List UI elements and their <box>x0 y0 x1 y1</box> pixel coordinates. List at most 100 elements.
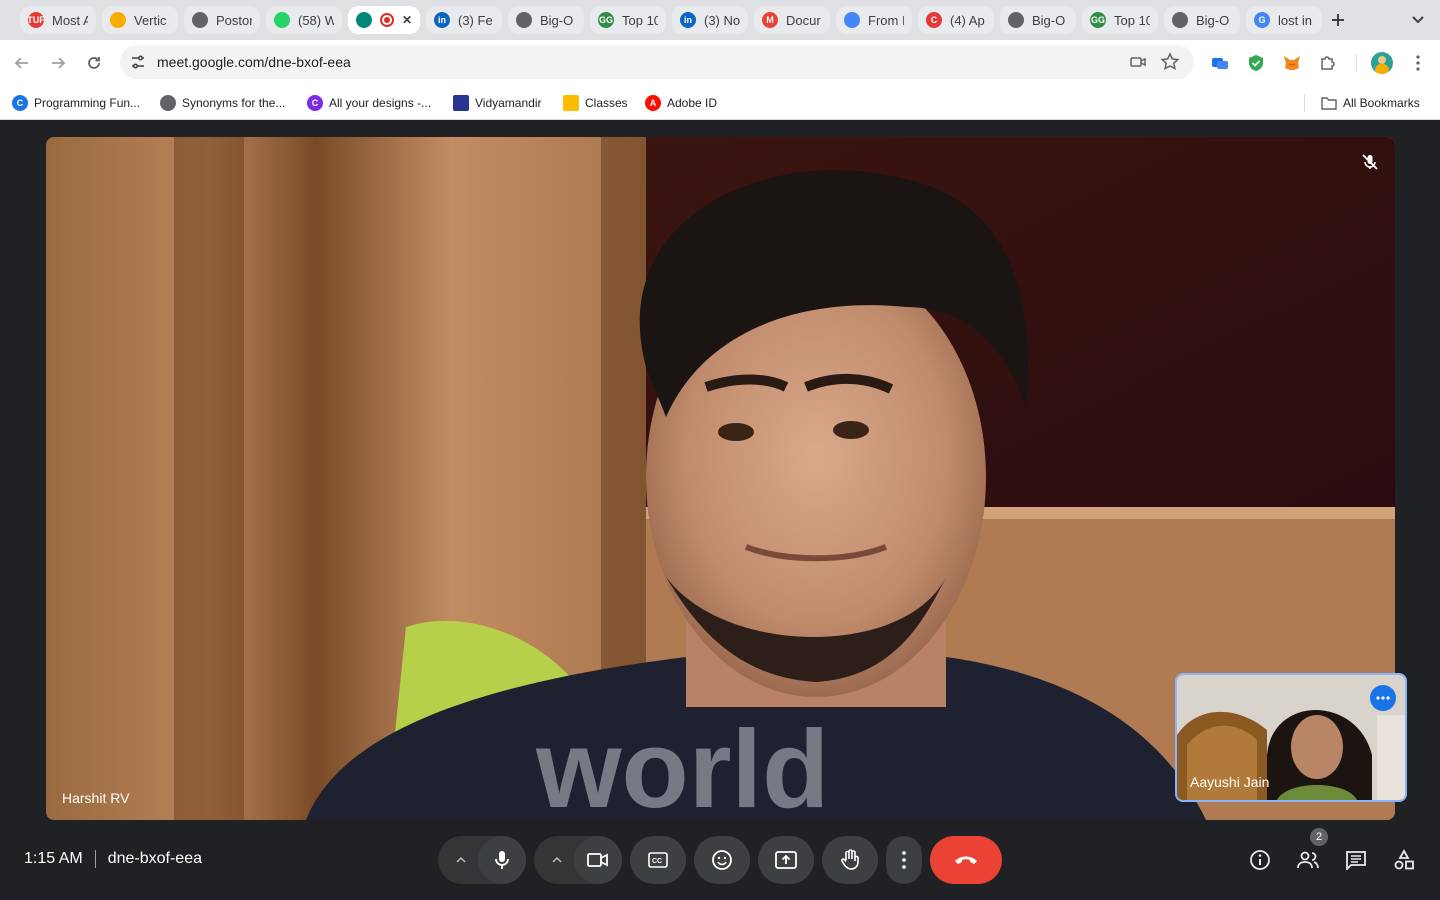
c-logo-icon: C <box>926 12 942 28</box>
tab-title: From I <box>868 12 904 28</box>
more-options-button[interactable] <box>886 836 922 884</box>
tab-title: Top 10 <box>1114 12 1150 28</box>
site-settings-icon[interactable] <box>130 54 146 70</box>
activities-button[interactable] <box>1390 846 1418 874</box>
chat-extension-icon <box>1212 58 1228 69</box>
extensions-menu-button[interactable] <box>1316 51 1340 75</box>
bookmark-item[interactable]: A Adobe ID <box>645 94 717 112</box>
metamask-fox-icon <box>1284 56 1300 70</box>
leave-call-button[interactable] <box>930 836 1002 884</box>
tab-title: (4) Ap <box>950 12 985 28</box>
camera-button[interactable] <box>574 836 622 884</box>
tab-title: Big-O <box>1196 12 1230 28</box>
info-icon <box>1250 850 1270 870</box>
audio-settings-button[interactable] <box>449 848 473 872</box>
tab-gfg[interactable]: GG Top 10 <box>590 6 666 34</box>
bookmark-item[interactable]: C Programming Fun... <box>12 94 140 112</box>
bookmark-item[interactable]: Classes <box>563 94 628 112</box>
browser-menu-button[interactable] <box>1406 51 1430 75</box>
toolbar-divider <box>1356 54 1357 72</box>
extension-metamask-button[interactable] <box>1280 51 1304 75</box>
bookmarks-divider <box>1304 94 1305 112</box>
bookmark-label: Vidyamandir <box>475 96 542 110</box>
svg-text:world: world <box>535 708 829 820</box>
whatsapp-icon <box>274 12 290 28</box>
present-screen-button[interactable] <box>758 836 814 884</box>
tab-globe[interactable]: Big-O <box>1164 6 1240 34</box>
globe-icon <box>160 95 176 111</box>
meeting-code: dne-bxof-eea <box>107 850 202 867</box>
linkedin-icon: in <box>434 12 450 28</box>
gfg-icon: GG <box>1090 12 1106 28</box>
tab-title: Most A <box>52 12 88 28</box>
tab-linkedin[interactable]: in (3) No <box>672 6 748 34</box>
self-view-more-options-button[interactable] <box>1370 685 1396 711</box>
bookmark-item[interactable]: C All your designs -... <box>307 94 431 112</box>
bookmark-star-icon[interactable] <box>1160 52 1180 72</box>
address-bar[interactable]: meet.google.com/dne-bxof-eea <box>120 45 1194 79</box>
shield-check-icon <box>1249 55 1263 71</box>
classroom-icon <box>563 95 579 111</box>
extension-shield-button[interactable] <box>1244 51 1268 75</box>
avatar <box>1371 52 1393 74</box>
tab-globe[interactable]: Big-O <box>508 6 584 34</box>
raise-hand-button[interactable] <box>822 836 878 884</box>
reactions-button[interactable] <box>694 836 750 884</box>
tab-openai[interactable]: Postor <box>184 6 260 34</box>
close-tab-icon[interactable]: ✕ <box>402 13 412 27</box>
microphone-button[interactable] <box>478 836 526 884</box>
meeting-details-button[interactable] <box>1246 846 1274 874</box>
chat-button[interactable] <box>1342 846 1370 874</box>
video-settings-button[interactable] <box>545 848 569 872</box>
tab-title: (58) W <box>298 12 334 28</box>
browser-toolbar: meet.google.com/dne-bxof-eea <box>0 40 1440 86</box>
camera-in-use-icon[interactable] <box>1130 54 1146 70</box>
tab-tuf[interactable]: TUF Most A <box>20 6 96 34</box>
bookmark-label: All your designs -... <box>329 96 432 110</box>
tab-globe[interactable]: Big-O <box>1000 6 1076 34</box>
tab-docs[interactable]: From I <box>836 6 912 34</box>
vertical-dots-icon <box>1416 55 1420 71</box>
tab-google[interactable]: Glost in <box>1246 6 1322 34</box>
tab-title: lost in <box>1278 12 1312 28</box>
tab-linkedin[interactable]: in (3) Fe <box>426 6 502 34</box>
all-bookmarks-button[interactable]: All Bookmarks <box>1321 94 1420 112</box>
tab-title: (3) Fe <box>458 12 493 28</box>
url-text: meet.google.com/dne-bxof-eea <box>157 54 351 70</box>
recording-icon <box>380 13 394 27</box>
back-button[interactable] <box>10 51 34 75</box>
linkedin-icon: in <box>680 12 696 28</box>
docs-icon <box>844 12 860 28</box>
plus-icon <box>1332 14 1344 26</box>
google-meet-icon <box>356 12 372 28</box>
mic-off-icon <box>1362 154 1378 170</box>
tab-whatsapp[interactable]: (58) W <box>266 6 342 34</box>
participant-count-badge: 2 <box>1310 828 1328 846</box>
profile-button[interactable] <box>1370 51 1394 75</box>
chevron-down-icon <box>1412 16 1424 24</box>
bookmark-item[interactable]: Vidyamandir <box>453 94 541 112</box>
tab-search-button[interactable] <box>1408 10 1428 30</box>
bookmark-item[interactable]: Synonyms for the... <box>160 94 285 112</box>
canva-icon: C <box>307 95 323 111</box>
people-button[interactable] <box>1294 846 1322 874</box>
extension-translate-button[interactable] <box>1208 51 1232 75</box>
tab-chevron-logo[interactable]: Vertic <box>102 6 178 34</box>
tab-gfg[interactable]: GG Top 10 <box>1082 6 1158 34</box>
arrow-right-icon <box>52 57 66 69</box>
hand-icon <box>841 849 859 870</box>
meeting-time: 1:15 AM <box>24 850 83 867</box>
new-tab-button[interactable] <box>1326 8 1350 32</box>
gfg-icon: GG <box>598 12 614 28</box>
reload-button[interactable] <box>82 51 106 75</box>
chevron-up-icon <box>456 857 466 863</box>
forward-button[interactable] <box>46 51 70 75</box>
openai-icon <box>192 12 208 28</box>
bookmarks-bar: C Programming Fun... Synonyms for the... C A… <box>0 86 1440 120</box>
tab-c-logo[interactable]: C (4) Ap <box>918 6 994 34</box>
tab-gmail[interactable]: M Docur <box>754 6 830 34</box>
closed-captions-icon: CC <box>648 852 668 868</box>
captions-button[interactable]: CC <box>630 836 686 884</box>
vertical-dots-icon <box>902 851 906 869</box>
tab-google-meet[interactable]: ✕ <box>348 6 420 34</box>
